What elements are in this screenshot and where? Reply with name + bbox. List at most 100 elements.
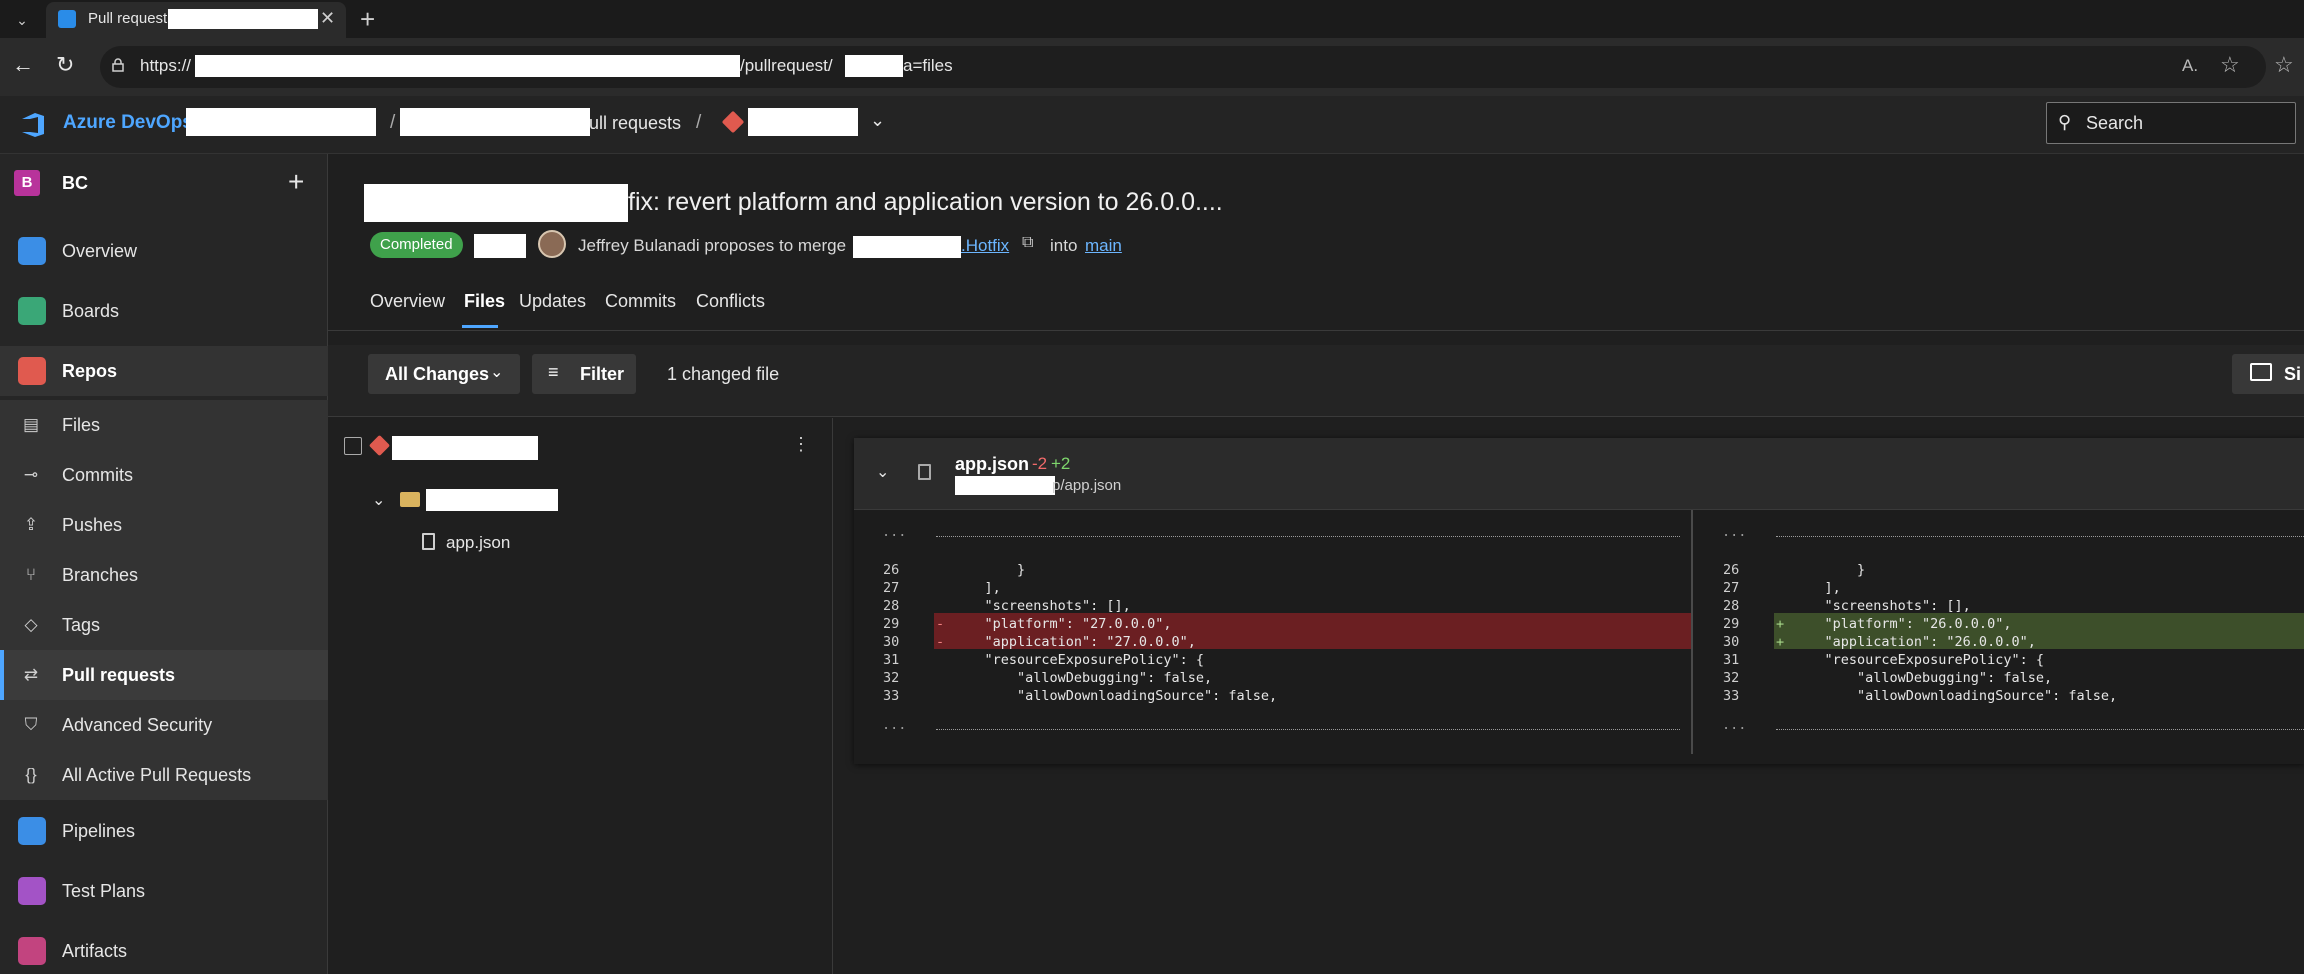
tab-close-icon[interactable]: ✕ xyxy=(320,8,335,29)
hunk-separator[interactable] xyxy=(936,536,1680,537)
read-aloud-icon[interactable]: A. xyxy=(2182,56,2198,76)
sidebar-item-repos[interactable]: Repos xyxy=(0,346,328,396)
branches-icon: ⑂ xyxy=(25,565,37,584)
avatar[interactable] xyxy=(538,230,566,258)
sidebar-item-artifacts[interactable]: Artifacts xyxy=(0,926,328,974)
tab-files[interactable]: Files xyxy=(464,291,505,312)
search-placeholder: Search xyxy=(2086,113,2144,133)
select-all-checkbox[interactable] xyxy=(344,437,362,455)
sidebar-item-all-active-pull-requests[interactable]: {} All Active Pull Requests xyxy=(0,750,328,800)
code-line: "platform": "26.0.0.0", xyxy=(1792,616,2012,632)
deletions-count: -2 xyxy=(1032,454,1048,473)
line-number[interactable]: 32 xyxy=(883,670,899,686)
line-number[interactable]: 33 xyxy=(883,688,899,704)
tab-updates[interactable]: Updates xyxy=(519,291,586,312)
search-input[interactable] xyxy=(2046,102,2296,144)
tags-icon: ◇ xyxy=(24,615,38,634)
sidebar-item-advanced-security[interactable]: ⛉ Advanced Security xyxy=(0,700,328,750)
author-text: Jeffrey Bulanadi proposes to merge xyxy=(578,236,847,255)
filter-label: Filter xyxy=(580,364,625,384)
redacted-block xyxy=(392,436,538,460)
line-number[interactable]: 30 xyxy=(883,634,899,650)
tab-conflicts[interactable]: Conflicts xyxy=(696,291,765,312)
expand-lines-ellipsis[interactable]: ... xyxy=(882,717,906,733)
sidebar-item-test-plans[interactable]: Test Plans xyxy=(0,866,328,916)
breadcrumb-separator: / xyxy=(696,112,702,133)
file-icon xyxy=(422,533,435,550)
copy-icon[interactable]: ⧉ xyxy=(1022,234,1033,252)
sidebar-item-tags[interactable]: ◇ Tags xyxy=(0,600,328,650)
sidebar-item-label: Boards xyxy=(62,301,120,321)
boards-icon xyxy=(18,297,46,325)
hunk-separator[interactable] xyxy=(1776,536,2304,537)
line-number[interactable]: 29 xyxy=(883,616,899,632)
sidebar-item-pull-requests[interactable]: ⇄ Pull requests xyxy=(0,650,328,700)
redacted-block xyxy=(364,184,628,222)
tab-commits[interactable]: Commits xyxy=(605,291,676,312)
lock-icon[interactable] xyxy=(112,58,124,72)
project-name[interactable]: BC xyxy=(62,173,88,194)
code-line: "screenshots": [], xyxy=(1792,598,1971,614)
breadcrumb-pull-requests[interactable]: ull requests xyxy=(589,113,681,134)
sidebar-item-overview[interactable]: Overview xyxy=(0,226,328,276)
chevron-down-icon[interactable]: ⌄ xyxy=(870,110,885,131)
artifacts-icon xyxy=(18,937,46,965)
line-number[interactable]: 29 xyxy=(1723,616,1739,632)
sidebar-item-label: Pipelines xyxy=(62,821,136,841)
redacted-block xyxy=(474,234,526,258)
all-changes-label: All Changes xyxy=(385,364,490,384)
expand-lines-ellipsis[interactable]: ... xyxy=(1722,524,1746,540)
hunk-separator[interactable] xyxy=(936,729,1680,730)
line-number[interactable]: 31 xyxy=(883,652,899,668)
file-icon xyxy=(918,464,931,480)
star-icon[interactable]: ☆ xyxy=(2220,52,2240,78)
tab-overview[interactable]: Overview xyxy=(370,291,445,312)
code-line: "resourceExposurePolicy": { xyxy=(1792,652,2044,668)
test-plans-icon xyxy=(18,877,46,905)
sidebar-item-pipelines[interactable]: Pipelines xyxy=(0,806,328,856)
line-number[interactable]: 33 xyxy=(1723,688,1739,704)
more-options-icon[interactable]: ⋮ xyxy=(792,434,810,455)
panel-divider[interactable] xyxy=(832,418,833,974)
diff-file-name[interactable]: app.json xyxy=(955,454,1029,475)
line-number[interactable]: 27 xyxy=(1723,580,1739,596)
line-number[interactable]: 26 xyxy=(883,562,899,578)
addition-marker: + xyxy=(1776,616,1785,632)
source-branch-link[interactable]: .Hotfix xyxy=(961,236,1009,256)
sidebar-item-label: Branches xyxy=(62,565,139,585)
line-number[interactable]: 26 xyxy=(1723,562,1739,578)
sidebar-item-pushes[interactable]: ⇪ Pushes xyxy=(0,500,328,550)
sidebar-item-files[interactable]: ▤ Files xyxy=(0,400,328,450)
line-number[interactable]: 32 xyxy=(1723,670,1739,686)
hunk-separator[interactable] xyxy=(1776,729,2304,730)
sidebar-item-commits[interactable]: ⊸ Commits xyxy=(0,450,328,500)
search-icon: ⚲ xyxy=(2058,112,2072,132)
line-number[interactable]: 28 xyxy=(1723,598,1739,614)
line-number[interactable]: 30 xyxy=(1723,634,1739,650)
sidebar-item-label: Overview xyxy=(62,241,138,261)
line-number[interactable]: 28 xyxy=(883,598,899,614)
code-line: } xyxy=(952,562,1026,578)
tree-file-item[interactable]: app.json xyxy=(446,533,510,553)
tab-list-chevron-icon[interactable]: ⌄ xyxy=(8,8,36,32)
reload-icon[interactable]: ↻ xyxy=(56,52,74,78)
expand-lines-ellipsis[interactable]: ... xyxy=(1722,717,1746,733)
azure-devops-logo-icon[interactable] xyxy=(18,110,48,140)
sidebar-item-boards[interactable]: Boards xyxy=(0,286,328,336)
brand-link[interactable]: Azure DevOps xyxy=(63,112,193,134)
sidebar-item-branches[interactable]: ⑂ Branches xyxy=(0,550,328,600)
expand-lines-ellipsis[interactable]: ... xyxy=(882,524,906,540)
line-number[interactable]: 31 xyxy=(1723,652,1739,668)
diff-header xyxy=(854,438,2304,510)
target-branch-link[interactable]: main xyxy=(1085,236,1122,256)
new-tab-button[interactable]: + xyxy=(360,4,375,35)
chevron-down-icon[interactable]: ⌄ xyxy=(876,462,889,482)
deletion-marker: - xyxy=(936,616,945,632)
back-arrow-icon[interactable]: ← xyxy=(12,52,34,78)
line-number[interactable]: 27 xyxy=(883,580,899,596)
redacted-block xyxy=(426,489,558,511)
chevron-down-icon[interactable]: ⌄ xyxy=(372,490,385,510)
add-icon[interactable]: + xyxy=(288,166,304,198)
favorites-icon[interactable]: ☆ xyxy=(2274,52,2294,78)
code-line: "allowDownloadingSource": false, xyxy=(1792,688,2118,704)
